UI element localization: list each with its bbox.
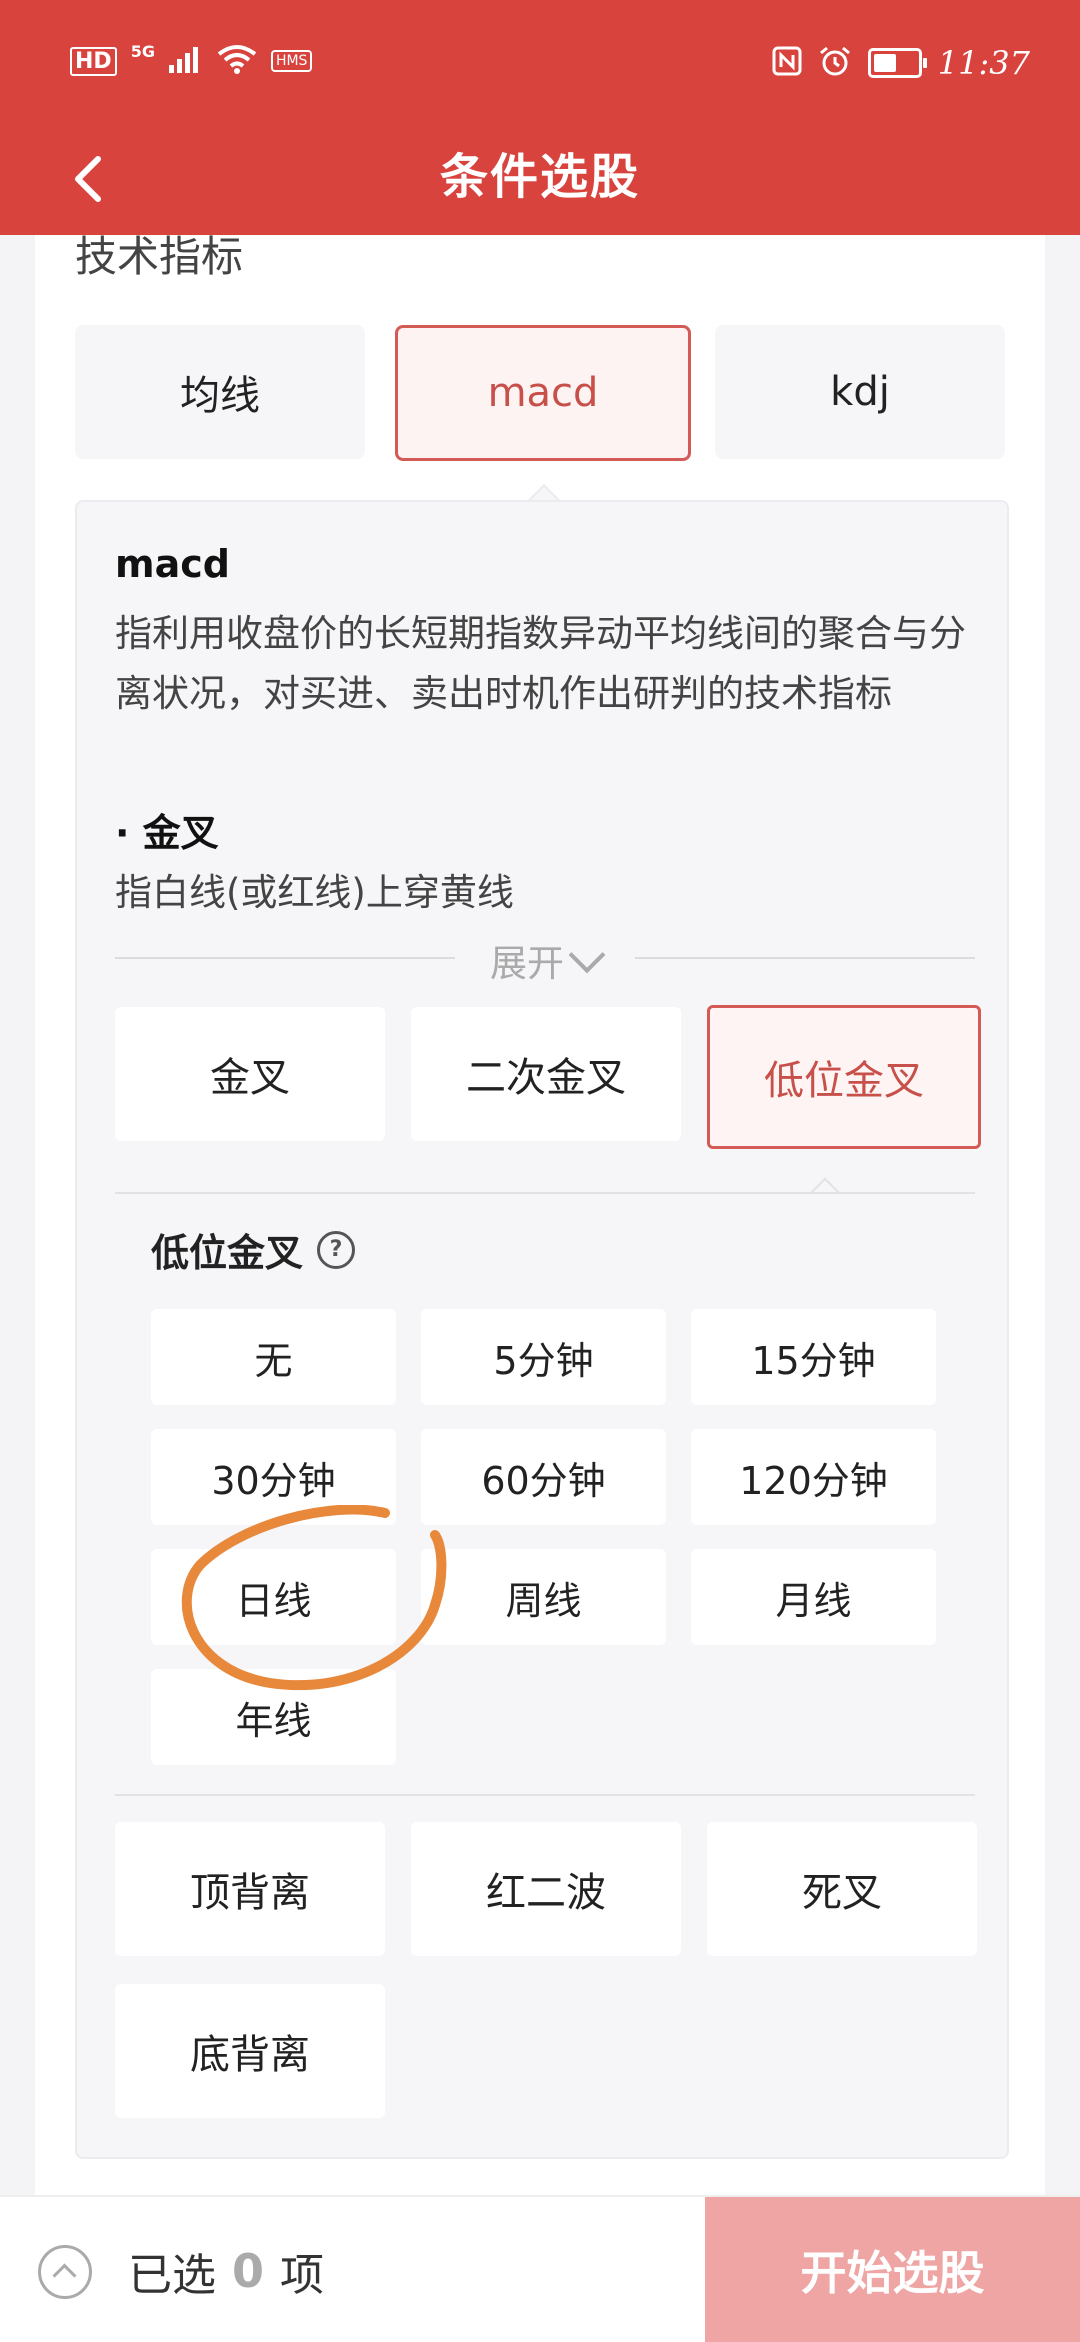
wifi-icon: [217, 44, 257, 78]
freq-5min[interactable]: 5分钟: [421, 1309, 666, 1405]
selected-summary: 已选 0 项: [128, 2239, 324, 2303]
expand-toggle[interactable]: 展开: [115, 927, 975, 987]
freq-daily[interactable]: 日线: [151, 1549, 396, 1645]
freq-60min[interactable]: 60分钟: [421, 1429, 666, 1525]
option-top-divergence[interactable]: 顶背离: [115, 1822, 385, 1956]
freq-30min[interactable]: 30分钟: [151, 1429, 396, 1525]
battery-icon: [867, 48, 927, 78]
option-red-second-wave[interactable]: 红二波: [411, 1822, 681, 1956]
hms-indicator: HMS: [270, 50, 313, 72]
selected-suffix: 项: [280, 2250, 325, 2301]
hd-indicator: HD: [70, 46, 117, 76]
low-cross-heading: 低位金叉 ?: [151, 1222, 356, 1277]
option-bottom-divergence[interactable]: 底背离: [115, 1984, 385, 2118]
content-card: 技术指标 均线 macd kdj macd 指利用收盘价的长短期指数异动平均线间…: [35, 232, 1045, 2235]
selected-prefix: 已选: [128, 2250, 216, 2301]
macd-panel: macd 指利用收盘价的长短期指数异动平均线间的聚合与分离状况，对买进、卖出时机…: [75, 500, 1009, 2159]
description-subbody: 指白线(或红线)上穿黄线: [115, 871, 514, 914]
top-bar: HD 5G HMS 11:37 条件选股: [0, 0, 1080, 235]
freq-15min[interactable]: 15分钟: [691, 1309, 936, 1405]
expand-label: 展开: [490, 942, 564, 985]
status-time: 11:37: [937, 44, 1030, 82]
low-cross-panel: 低位金叉 ? 无 5分钟 15分钟 30分钟 60分钟 120分钟 日线 周线 …: [115, 1192, 975, 1796]
section-title: 技术指标: [75, 232, 244, 281]
nfc-icon: [772, 46, 802, 80]
description-subtitle: · 金叉: [115, 811, 219, 855]
freq-120min[interactable]: 120分钟: [691, 1429, 936, 1525]
collapse-button[interactable]: [38, 2245, 92, 2299]
freq-weekly[interactable]: 周线: [421, 1549, 666, 1645]
option-death-cross[interactable]: 死叉: [707, 1822, 977, 1956]
tab-ma[interactable]: 均线: [75, 325, 365, 459]
option-second-golden-cross[interactable]: 二次金叉: [411, 1007, 681, 1141]
signal-icon: [168, 45, 203, 77]
tab-kdj[interactable]: kdj: [715, 325, 1005, 459]
bottom-bar: 已选 0 项 开始选股: [0, 2195, 1080, 2342]
option-low-golden-cross[interactable]: 低位金叉: [707, 1005, 981, 1149]
description-title: macd: [115, 542, 230, 586]
freq-yearly[interactable]: 年线: [151, 1669, 396, 1765]
freq-monthly[interactable]: 月线: [691, 1549, 936, 1645]
alarm-icon: [818, 45, 852, 81]
chevron-down-icon: [568, 936, 606, 974]
description-body: 指利用收盘价的长短期指数异动平均线间的聚合与分离状况，对买进、卖出时机作出研判的…: [115, 612, 966, 715]
question-circle-icon[interactable]: ?: [317, 1230, 356, 1269]
chevron-up-icon: [52, 2263, 77, 2288]
selected-count: 0: [232, 2244, 265, 2298]
indicator-tabs: 均线 macd kdj: [75, 325, 1005, 465]
low-cross-title: 低位金叉: [151, 1231, 304, 1275]
option-golden-cross[interactable]: 金叉: [115, 1007, 385, 1141]
network-type: 5G: [130, 41, 155, 61]
status-bar: HD 5G HMS 11:37: [0, 0, 1080, 125]
page-title: 条件选股: [439, 149, 640, 205]
tab-macd[interactable]: macd: [395, 325, 691, 461]
freq-none[interactable]: 无: [151, 1309, 396, 1405]
start-screening-button[interactable]: 开始选股: [705, 2197, 1080, 2342]
app-header: 条件选股: [0, 125, 1080, 235]
